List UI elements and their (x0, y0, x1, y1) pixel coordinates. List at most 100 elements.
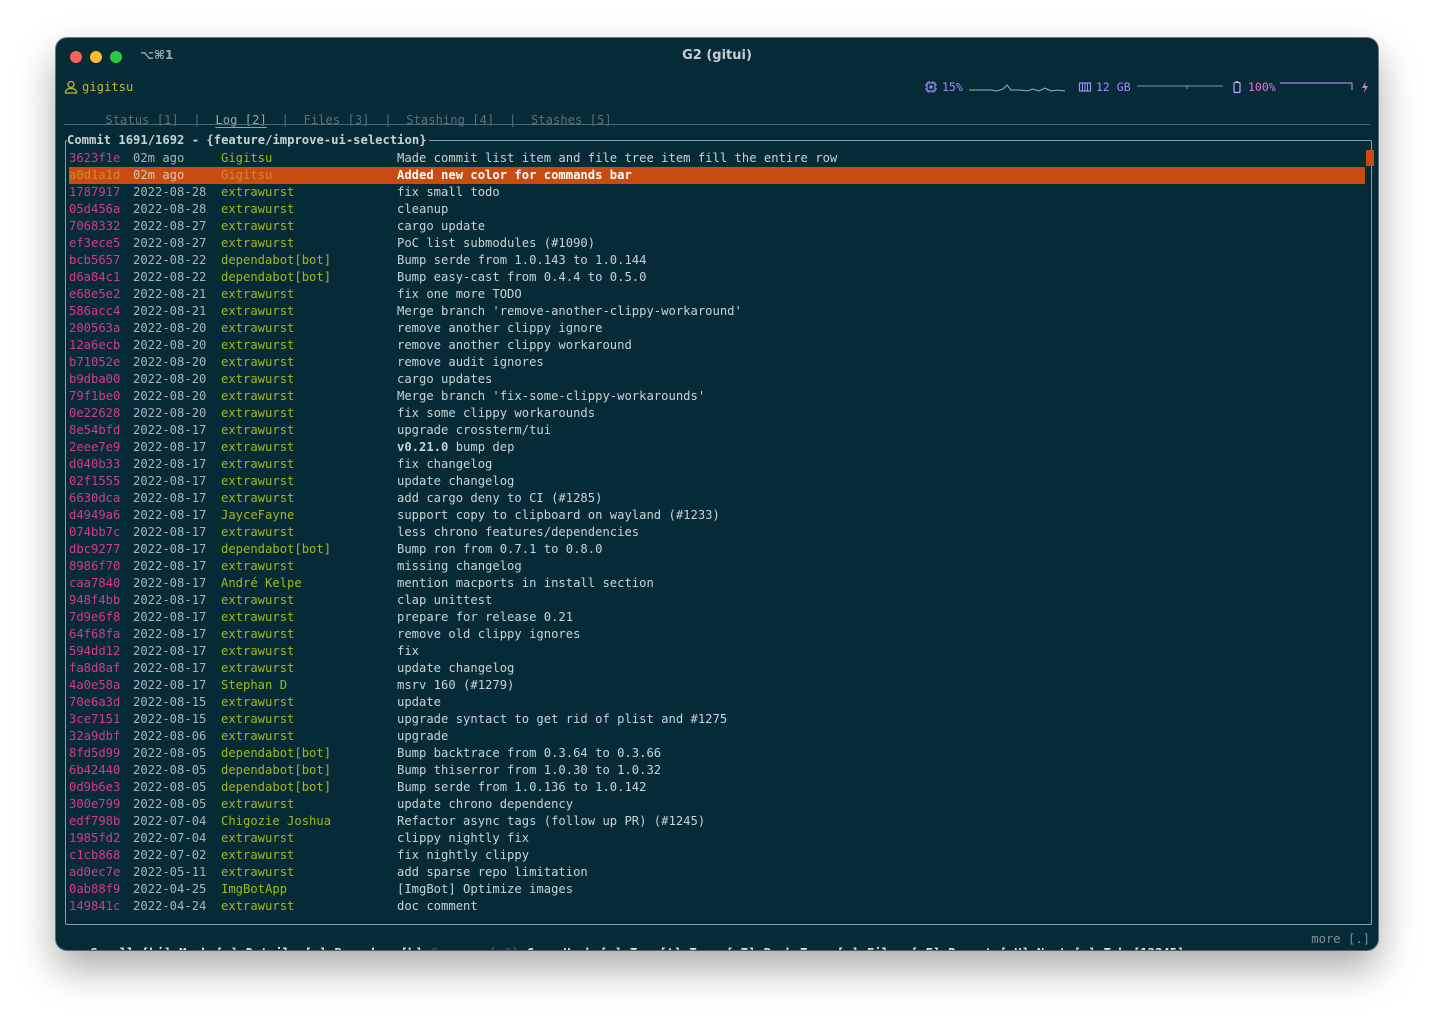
commit-row[interactable]: 02f1555 2022-08-17 extrawurst update change… (69, 473, 1365, 490)
commit-row[interactable]: edf798b 2022-07-04 Chigozie Joshua Refactor… (69, 813, 1365, 830)
commit-row[interactable]: b71052e 2022-08-20 extrawurst remove audit … (69, 354, 1365, 371)
commit-row[interactable]: 12a6ecb 2022-08-20 extrawurst remove anothe… (69, 337, 1365, 354)
commit-time: 2022-08-15 (133, 712, 207, 726)
commit-row[interactable]: 1787917 2022-08-28 extrawurst fix small tod… (69, 184, 1365, 201)
commit-message-text: cargo updates (397, 372, 493, 386)
commit-message-text: prepare for release 0.21 (397, 610, 574, 624)
command-mark[interactable]: Mark [␣] (179, 946, 238, 950)
commit-message-text: add sparse repo limitation (397, 865, 588, 879)
commit-row[interactable]: 149841c 2022-04-24 extrawurst doc comment (69, 898, 1365, 915)
commit-row[interactable]: e68e5e2 2022-08-21 extrawurst fix one more … (69, 286, 1365, 303)
commit-time: 2022-08-27 (133, 219, 207, 233)
commit-message-text: cleanup (397, 202, 449, 216)
commit-time: 2022-08-17 (133, 508, 207, 522)
commit-row[interactable]: 7068332 2022-08-27 extrawurst cargo update (69, 218, 1365, 235)
commit-row[interactable]: 8e54bfd 2022-08-17 extrawurst upgrade cross… (69, 422, 1365, 439)
commit-message-text: mention macports in install section (397, 576, 654, 590)
commit-time: 2022-08-17 (133, 474, 207, 488)
commit-row[interactable]: b9dba00 2022-08-20 extrawurst cargo updates (69, 371, 1365, 388)
command-details[interactable]: Details [↵] (246, 946, 327, 950)
commit-row[interactable]: d040b33 2022-08-17 extrawurst fix changelog (69, 456, 1365, 473)
commit-row[interactable]: 6b42440 2022-08-05 dependabot[bot] Bump thi… (69, 762, 1365, 779)
commit-author: extrawurst (221, 338, 295, 352)
commit-row[interactable]: fa8d8af 2022-08-17 extrawurst update change… (69, 660, 1365, 677)
commit-row[interactable]: 0ab88f9 2022-04-25 ImgBotApp [ImgBot] Optim… (69, 881, 1365, 898)
commit-hash: 7d9e6f8 (69, 610, 121, 624)
commit-row[interactable]: 64f68fa 2022-08-17 extrawurst remove old cl… (69, 626, 1365, 643)
commit-row[interactable]: 8986f70 2022-08-17 extrawurst missing chang… (69, 558, 1365, 575)
commit-row[interactable]: 1985fd2 2022-07-04 extrawurst clippy nightl… (69, 830, 1365, 847)
commit-row[interactable]: 70e6a3d 2022-08-15 extrawurst update (69, 694, 1365, 711)
command-copy-hash[interactable]: Copy Hash [y] (527, 946, 622, 950)
commit-message-text: fix (397, 644, 420, 658)
commit-row[interactable]: 32a9dbf 2022-08-06 extrawurst upgrade (69, 728, 1365, 745)
commit-row[interactable]: 05d456a 2022-08-28 extrawurst cleanup (69, 201, 1365, 218)
cpu-usage: 15% (942, 79, 963, 94)
more-commands[interactable]: more [.] (1311, 932, 1370, 946)
memory-icon (1078, 81, 1092, 92)
command-files[interactable]: Files [⇧F] (867, 946, 940, 950)
commit-row[interactable]: ef3ece5 2022-08-27 extrawurst PoC list subm… (69, 235, 1365, 252)
commit-message: PoC list submodules (#1090) (397, 235, 595, 252)
commit-row[interactable]: bcb5657 2022-08-22 dependabot[bot] Bump ser… (69, 252, 1365, 269)
command-tab[interactable]: Tab [12345] (1104, 946, 1185, 950)
battery-monitor: 100% (1232, 78, 1370, 95)
commit-message-text: Refactor async tags (follow up PR) (#124… (397, 814, 706, 828)
command-scroll[interactable]: Scroll [kj] (90, 946, 171, 950)
commit-row[interactable]: 200563a 2022-08-20 extrawurst remove anothe… (69, 320, 1365, 337)
commit-row[interactable]: 594dd12 2022-08-17 extrawurst fix (69, 643, 1365, 660)
commit-row[interactable]: c1cb868 2022-07-02 extrawurst fix nightly c… (69, 847, 1365, 864)
commit-message-text: remove old clippy ignores (397, 627, 581, 641)
commit-time: 2022-07-02 (133, 848, 207, 862)
commit-hash: d6a84c1 (69, 270, 121, 284)
commit-row[interactable]: ad0ec7e 2022-05-11 extrawurst add sparse re… (69, 864, 1365, 881)
command-tag[interactable]: Tag [t] (630, 946, 681, 950)
commit-hash: c1cb868 (69, 848, 121, 862)
command-tags[interactable]: Tags [⇧T] (689, 946, 755, 950)
commit-message: less chrono features/dependencies (397, 524, 639, 541)
command-next[interactable]: Next [⇥] (1037, 946, 1096, 950)
commit-row[interactable]: 0d9b6e3 2022-08-05 dependabot[bot] Bump ser… (69, 779, 1365, 796)
window-title: G2 (gitui) (682, 48, 752, 63)
commit-message: [ImgBot] Optimize images (397, 881, 573, 898)
commit-row[interactable]: 586acc4 2022-08-21 extrawurst Merge branch … (69, 303, 1365, 320)
command-branches[interactable]: Branches [b] (335, 946, 423, 950)
commit-row[interactable]: 3623f1e 02m ago Gigitsu Made commit list it… (69, 150, 1365, 167)
commit-row-selected[interactable]: a0d1a1d 02m ago Gigitsu Added new color for… (69, 167, 1365, 184)
commit-row[interactable]: caa7840 2022-08-17 André Kelpe mention macp… (69, 575, 1365, 592)
commit-message-text: update (397, 695, 442, 709)
commit-message-text: upgrade crossterm/tui (397, 423, 552, 437)
commit-message: msrv 160 (#1279) (397, 677, 514, 694)
commit-list[interactable]: 3623f1e 02m ago Gigitsu Made commit list it… (69, 150, 1365, 915)
commit-author: André Kelpe (221, 576, 302, 590)
commit-row[interactable]: 7d9e6f8 2022-08-17 extrawurst prepare for r… (69, 609, 1365, 626)
commit-message-text: Bump serde from 1.0.143 to 1.0.144 (397, 253, 647, 267)
commit-time: 2022-08-17 (133, 525, 207, 539)
commit-row[interactable]: d4949a6 2022-08-17 JayceFayne support copy … (69, 507, 1365, 524)
commit-time: 2022-08-21 (133, 304, 207, 318)
command-revert[interactable]: Revert [⇧U] (948, 946, 1029, 950)
commit-row[interactable]: 948f4bb 2022-08-17 extrawurst clap unittest (69, 592, 1365, 609)
command-push-tags[interactable]: Push Tags [p] (763, 946, 858, 950)
commit-message-text: upgrade syntact to get rid of plist and … (397, 712, 728, 726)
commit-row[interactable]: 0e22628 2022-08-20 extrawurst fix some clip… (69, 405, 1365, 422)
commit-row[interactable]: 300e799 2022-08-05 extrawurst update chrono… (69, 796, 1365, 813)
commit-author: extrawurst (221, 661, 295, 675)
commit-row[interactable]: 3ce7151 2022-08-15 extrawurst upgrade synta… (69, 711, 1365, 728)
commit-message: clap unittest (397, 592, 492, 609)
scrollbar-thumb[interactable] (1366, 150, 1374, 166)
commit-hash: fa8d8af (69, 661, 121, 675)
commit-row[interactable]: 074bb7c 2022-08-17 extrawurst less chrono f… (69, 524, 1365, 541)
commit-row[interactable]: dbc9277 2022-08-17 dependabot[bot] Bump ron… (69, 541, 1365, 558)
commit-author: extrawurst (221, 423, 295, 437)
commit-row[interactable]: 6630dca 2022-08-17 extrawurst add cargo den… (69, 490, 1365, 507)
commit-row[interactable]: 8fd5d99 2022-08-05 dependabot[bot] Bump bac… (69, 745, 1365, 762)
commit-row[interactable]: 2eee7e9 2022-08-17 extrawurst v0.21.0 bump … (69, 439, 1365, 456)
commit-row[interactable]: d6a84c1 2022-08-22 dependabot[bot] Bump eas… (69, 269, 1365, 286)
commit-message: fix nightly clippy (397, 847, 529, 864)
commit-author: extrawurst (221, 321, 295, 335)
commit-row[interactable]: 79f1be0 2022-08-20 extrawurst Merge branch … (69, 388, 1365, 405)
commit-time: 2022-07-04 (133, 831, 207, 845)
panel-title: Commit 1691/1692 - {feature/improve-ui-s… (67, 133, 429, 149)
commit-row[interactable]: 4a0e58a 2022-08-17 Stephan D msrv 160 (#127… (69, 677, 1365, 694)
